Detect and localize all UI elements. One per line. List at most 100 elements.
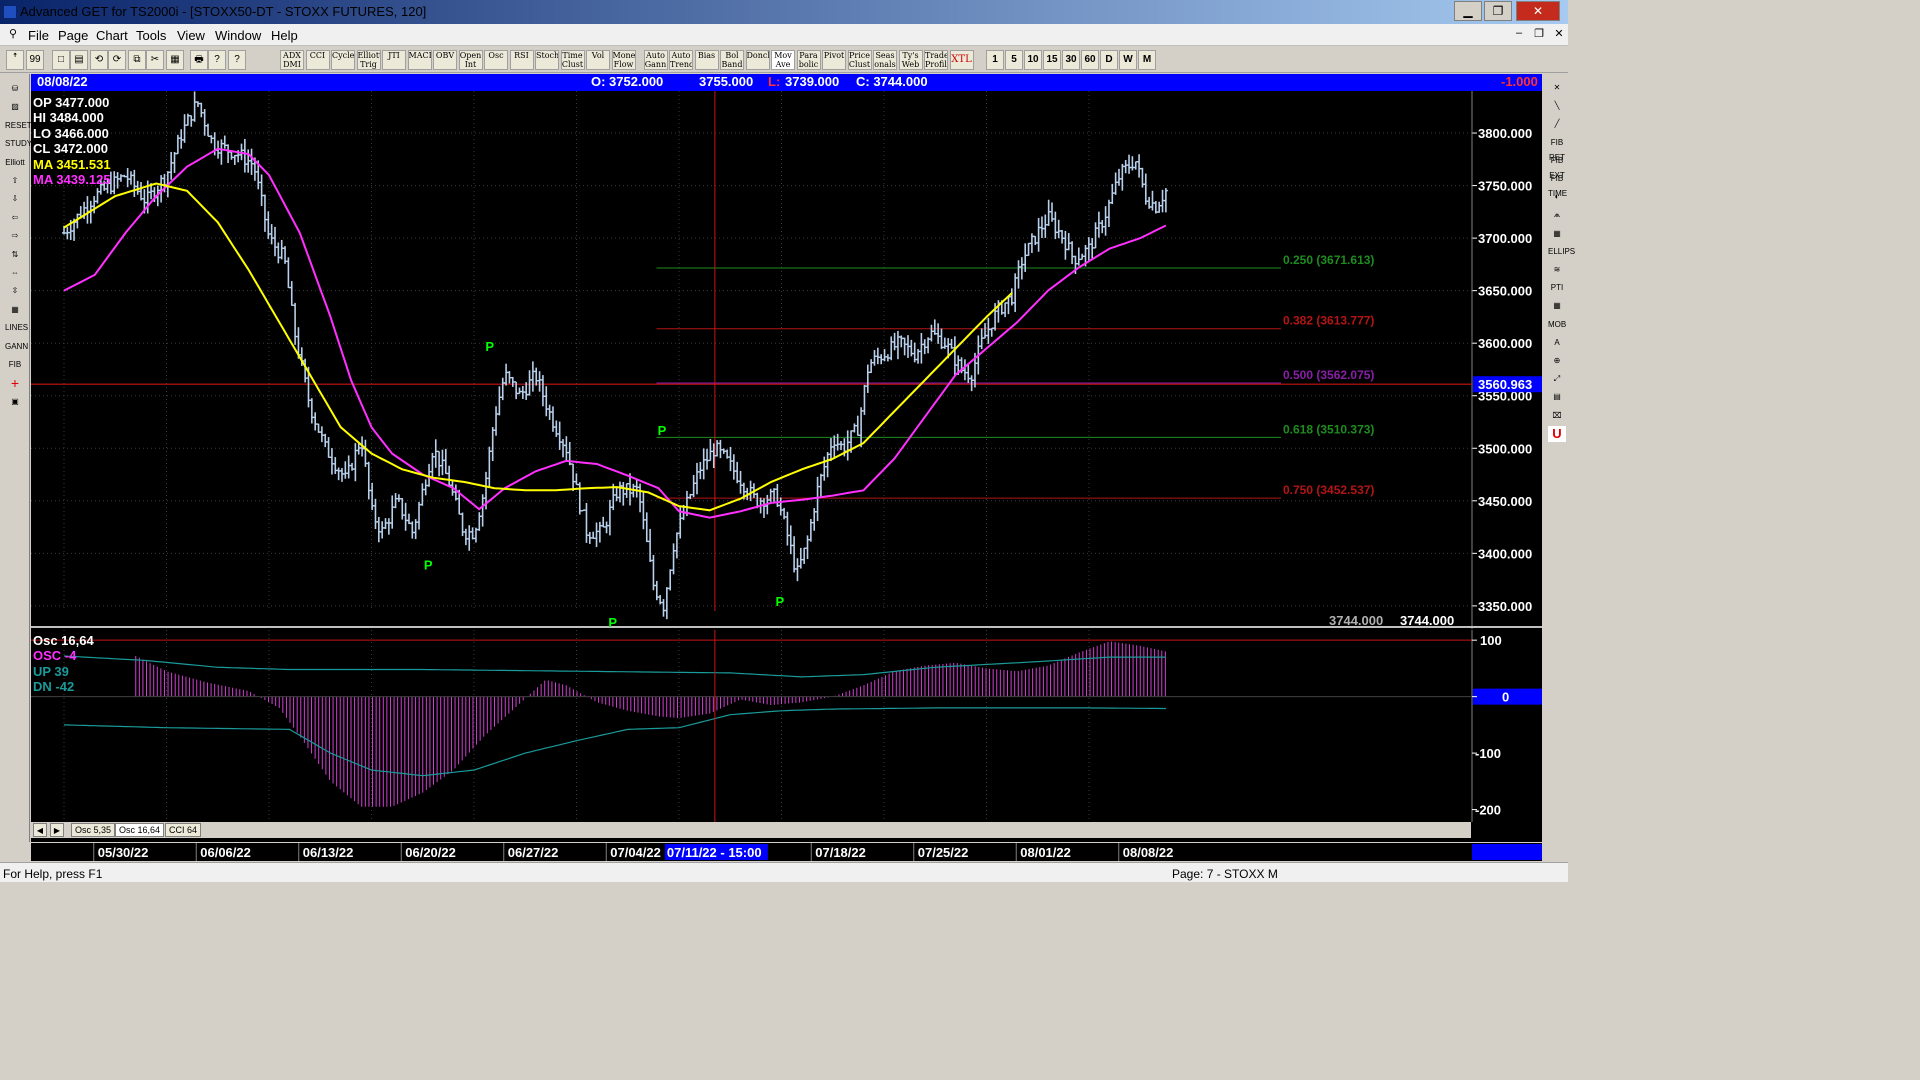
- crosshair-icon[interactable]: +: [4, 374, 26, 391]
- pti-button[interactable]: PTI: [1548, 280, 1566, 296]
- underline-tool-icon[interactable]: U: [1548, 425, 1566, 442]
- tab-cci-64[interactable]: CCI 64: [165, 823, 202, 837]
- andrews-fork-icon[interactable]: ⩕: [1548, 207, 1566, 223]
- gann-button[interactable]: GANN: [4, 338, 28, 355]
- study-button-money-flow[interactable]: Money Flow: [611, 50, 636, 70]
- quote-icon[interactable]: 99: [26, 50, 44, 70]
- menu-page[interactable]: Page: [58, 28, 88, 43]
- open-icon[interactable]: ⛁: [4, 80, 26, 97]
- compress-icon[interactable]: ⇅: [4, 246, 26, 263]
- close-button[interactable]: ✕: [1516, 1, 1560, 21]
- box-icon[interactable]: ▦: [1548, 298, 1566, 314]
- oscillator-chart[interactable]: 100 0 -100 -200: [31, 630, 1542, 822]
- tab-osc-16-64[interactable]: Osc 16,64: [115, 823, 165, 837]
- study-button-rsi[interactable]: RSI: [509, 50, 534, 70]
- study-button-bol-band[interactable]: Bol Band: [720, 50, 744, 70]
- undo-icon[interactable]: ⟲: [90, 50, 108, 70]
- study-button-time-clust[interactable]: Time Clust: [560, 50, 585, 70]
- expand-icon[interactable]: ⇔: [4, 264, 26, 281]
- ellipse-button[interactable]: ELLIPS: [1548, 244, 1575, 260]
- grid-icon[interactable]: ▦: [4, 301, 26, 318]
- menu-file[interactable]: File: [28, 28, 49, 43]
- study-button-trade-profile[interactable]: Trade Profile: [924, 50, 948, 70]
- measure-icon[interactable]: ⤢: [1548, 371, 1566, 387]
- study-button-pivot[interactable]: Pivot: [822, 50, 846, 70]
- price-chart[interactable]: 3800.000 3750.000 3700.000 3650.000 3600.000…: [31, 91, 1542, 629]
- circle-icon[interactable]: ◐: [1548, 189, 1566, 205]
- ray-icon[interactable]: ╱: [1548, 116, 1566, 132]
- grid-icon[interactable]: ▦: [166, 50, 184, 70]
- menu-window[interactable]: Window: [215, 28, 261, 43]
- study-button-xtl[interactable]: XTL: [949, 50, 974, 70]
- wave-icon[interactable]: ≋: [1548, 262, 1566, 278]
- mob-button[interactable]: MOB: [1548, 317, 1566, 333]
- study-button-para-bolic[interactable]: Para bolic: [796, 50, 821, 70]
- fib-retracement-button[interactable]: FIB RET: [1548, 135, 1566, 162]
- study-button-ty-s-web[interactable]: Ty's Web: [898, 50, 923, 70]
- trendline-icon[interactable]: ╲: [1548, 98, 1566, 114]
- zigzag-icon[interactable]: ▨: [4, 98, 26, 115]
- delete-tool-icon[interactable]: ✕: [1548, 80, 1566, 96]
- arrow-left-icon[interactable]: ⇦: [4, 209, 26, 226]
- interval-button-30[interactable]: 30: [1062, 50, 1080, 70]
- interval-button-1[interactable]: 1: [986, 50, 1004, 70]
- tab-next-button[interactable]: ▶: [50, 823, 64, 837]
- redo-icon[interactable]: ⟳: [108, 50, 126, 70]
- lines-button[interactable]: LINES: [4, 319, 28, 336]
- tab-osc-5-35[interactable]: Osc 5,35: [71, 823, 116, 837]
- study-button-elliott-trig[interactable]: Elliott Trig: [356, 50, 381, 70]
- interval-button-m[interactable]: M: [1138, 50, 1156, 70]
- study-button-cci[interactable]: CCI: [305, 50, 330, 70]
- template-icon[interactable]: ▤: [1548, 389, 1566, 405]
- interval-button-w[interactable]: W: [1119, 50, 1137, 70]
- menu-tools[interactable]: Tools: [136, 28, 166, 43]
- study-button-cycles[interactable]: Cycles: [331, 50, 355, 70]
- print-icon[interactable]: 🖶: [190, 50, 208, 70]
- study-button-vol[interactable]: Vol: [586, 50, 610, 70]
- elliott-button[interactable]: Elliott: [4, 154, 26, 171]
- study-button-adx-dmi[interactable]: ADX DMI: [280, 50, 304, 70]
- menu-chart[interactable]: Chart: [96, 28, 128, 43]
- study-button-auto-gann[interactable]: Auto Gann: [643, 50, 668, 70]
- copy-icon[interactable]: ⧉: [128, 50, 146, 70]
- help-icon[interactable]: ?: [208, 50, 226, 70]
- context-help-icon[interactable]: ?: [228, 50, 246, 70]
- maximize-button[interactable]: ❐: [1484, 1, 1512, 21]
- mdi-restore-button[interactable]: ❐: [1530, 27, 1548, 43]
- mdi-close-button[interactable]: ✕: [1550, 27, 1568, 43]
- layout-icon[interactable]: ▤: [70, 50, 88, 70]
- pointer-icon[interactable]: ꜛ: [6, 50, 24, 70]
- fib-extension-button[interactable]: FIB EXT: [1548, 153, 1566, 180]
- interval-button-15[interactable]: 15: [1043, 50, 1061, 70]
- menu-help[interactable]: Help: [271, 28, 298, 43]
- study-button-bias[interactable]: Bias: [694, 50, 719, 70]
- study-button-osc[interactable]: Osc: [484, 50, 508, 70]
- scale-icon[interactable]: ⇳: [4, 282, 26, 299]
- study-button-price-clust[interactable]: Price Clust: [847, 50, 872, 70]
- mdi-minimize-button[interactable]: –: [1510, 27, 1528, 43]
- fib-button[interactable]: FIB: [4, 356, 26, 373]
- tab-prev-button[interactable]: ◀: [33, 823, 47, 837]
- study-button-macd[interactable]: MACD: [407, 50, 432, 70]
- study-button-seas-onals[interactable]: Seas onals: [873, 50, 897, 70]
- study-button-jti[interactable]: JTI: [382, 50, 406, 70]
- cut-icon[interactable]: ✂: [146, 50, 164, 70]
- text-tool-icon[interactable]: A: [1548, 335, 1566, 351]
- new-page-icon[interactable]: □: [52, 50, 70, 70]
- reset-button[interactable]: RESET: [4, 117, 32, 134]
- zoom-icon[interactable]: ⊕: [1548, 353, 1566, 369]
- study-button-obv[interactable]: OBV: [433, 50, 457, 70]
- interval-button-10[interactable]: 10: [1024, 50, 1042, 70]
- fib-time-button[interactable]: FIB TIME: [1548, 171, 1567, 198]
- channel-icon[interactable]: ▦: [1548, 226, 1566, 242]
- minimize-button[interactable]: ▁: [1454, 1, 1482, 21]
- interval-button-60[interactable]: 60: [1081, 50, 1099, 70]
- study-button[interactable]: STUDY: [4, 135, 32, 152]
- menu-view[interactable]: View: [177, 28, 205, 43]
- arrow-right-icon[interactable]: ⇨: [4, 227, 26, 244]
- study-button-auto-trend[interactable]: Auto Trend: [669, 50, 693, 70]
- snapshot-icon[interactable]: ▣: [4, 393, 26, 410]
- study-button-stoch[interactable]: Stoch: [535, 50, 559, 70]
- eraser-icon[interactable]: ⌧: [1548, 408, 1566, 424]
- interval-button-5[interactable]: 5: [1005, 50, 1023, 70]
